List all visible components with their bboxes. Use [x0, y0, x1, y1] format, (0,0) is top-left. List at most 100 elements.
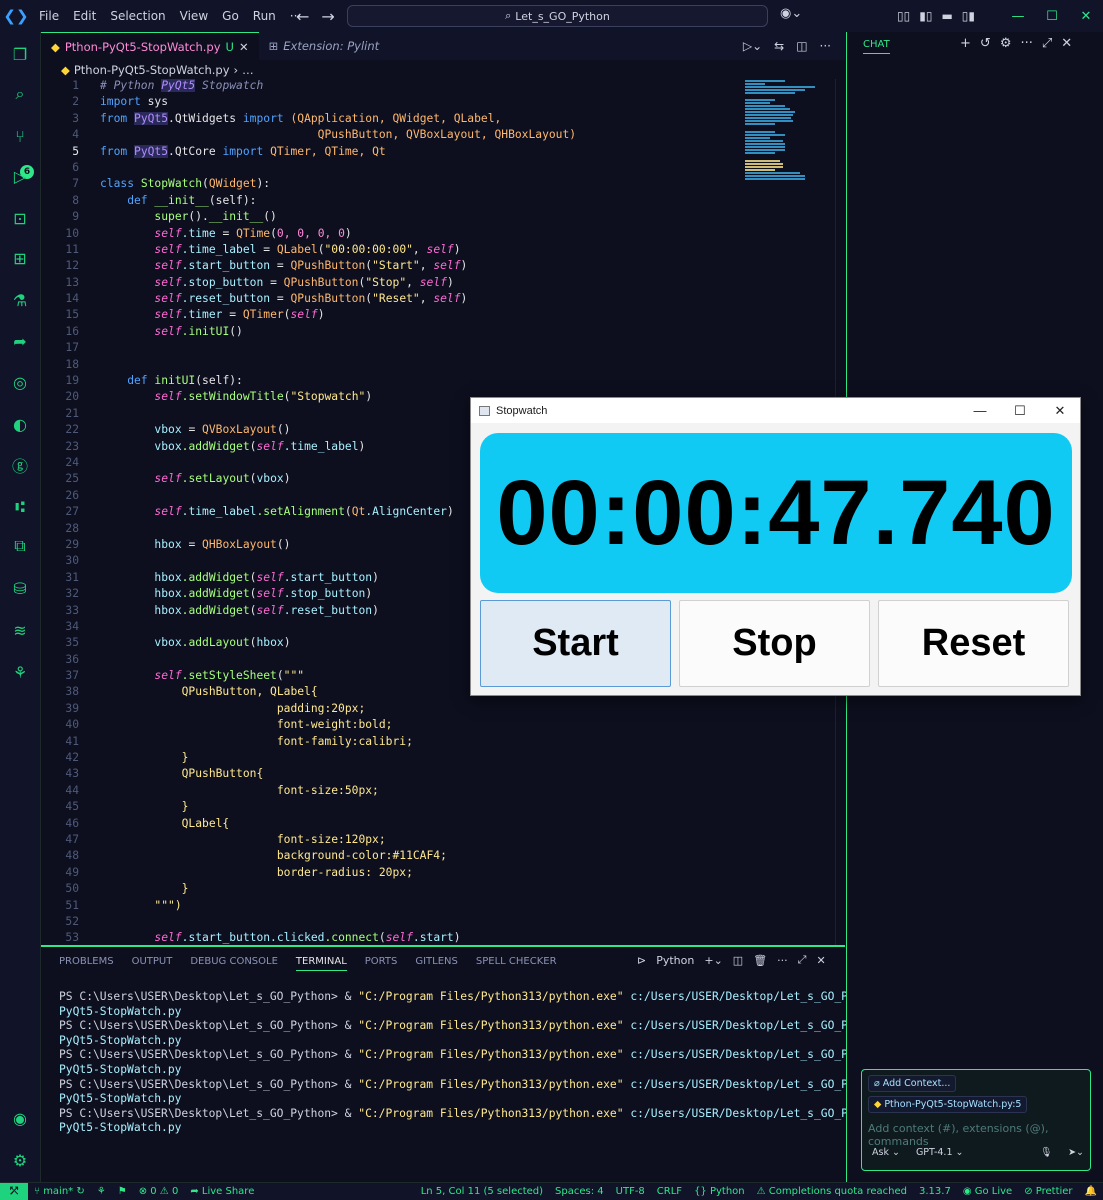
minimap[interactable]: [745, 79, 835, 259]
containers-icon[interactable]: ⧉: [8, 534, 32, 558]
testing-icon[interactable]: ⚗: [8, 288, 32, 312]
reset-button[interactable]: Reset: [878, 600, 1069, 687]
go-live-button[interactable]: ◉ Go Live: [957, 1186, 1018, 1197]
add-context-button[interactable]: ⌀ Add Context...: [868, 1075, 957, 1092]
tab-ports[interactable]: PORTS: [365, 956, 398, 971]
menu-run[interactable]: Run: [246, 9, 283, 23]
run-file-icon[interactable]: ▷⌄: [743, 39, 762, 53]
more-actions-icon[interactable]: ···: [820, 39, 831, 53]
close-icon[interactable]: ✕: [1069, 9, 1103, 24]
problems-indicator[interactable]: ⊗ 0 ⚠ 0: [133, 1186, 185, 1197]
ext-icon[interactable]: ⚘: [91, 1186, 112, 1197]
split-editor-icon[interactable]: ◫: [796, 39, 807, 53]
tab-terminal[interactable]: TERMINAL: [295, 956, 347, 971]
notifications-icon[interactable]: 🔔: [1079, 1186, 1103, 1197]
split-terminal-icon[interactable]: ◫: [733, 954, 743, 967]
more-actions-icon[interactable]: ···: [777, 954, 788, 967]
database-icon[interactable]: ⛁: [8, 576, 32, 600]
maximize-icon[interactable]: ☐: [1035, 9, 1069, 24]
send-icon[interactable]: ➤⌄: [1068, 1147, 1084, 1158]
layout-customize-icon[interactable]: ▯▯: [897, 9, 910, 23]
encoding[interactable]: UTF-8: [610, 1186, 651, 1197]
live-share-icon[interactable]: ➦: [8, 329, 32, 353]
source-control-icon[interactable]: ⑂: [8, 124, 32, 148]
breadcrumb-file[interactable]: Pthon-PyQt5-StopWatch.py: [74, 63, 230, 77]
layers-icon[interactable]: ≋: [8, 618, 32, 642]
mode-picker[interactable]: Ask ⌄: [872, 1147, 900, 1158]
maximize-panel-icon[interactable]: ⤢: [798, 953, 807, 967]
gitlens-icon[interactable]: ⓖ: [8, 453, 32, 477]
toggle-primary-sidebar-icon[interactable]: ▮▯: [919, 9, 932, 23]
forward-arrow-icon[interactable]: →: [321, 7, 334, 26]
stop-button[interactable]: Stop: [679, 600, 870, 687]
git-graph-icon[interactable]: ⑆: [8, 494, 32, 518]
menu-edit[interactable]: Edit: [66, 9, 103, 23]
remote-icon[interactable]: ⤱: [0, 1182, 28, 1200]
chat-history-icon[interactable]: ↺: [980, 36, 991, 51]
kill-terminal-icon[interactable]: 🗑: [753, 954, 767, 967]
language-mode[interactable]: {} Python: [688, 1186, 751, 1197]
close-icon[interactable]: ✕: [1061, 36, 1072, 51]
maximize-icon[interactable]: ⤢: [1042, 36, 1052, 51]
terminal-output[interactable]: PS C:\Users\USER\Desktop\Let_s_GO_Python…: [59, 990, 930, 1136]
menu-go[interactable]: Go: [215, 9, 246, 23]
model-picker[interactable]: GPT-4.1 ⌄: [916, 1147, 964, 1158]
new-chat-icon[interactable]: +: [960, 36, 971, 51]
tab-extension-pylint[interactable]: ⊞ Extension: Pylint: [259, 32, 390, 60]
account-icon[interactable]: ◉: [8, 1106, 32, 1130]
more-actions-icon[interactable]: ···: [1020, 36, 1032, 51]
chat-settings-icon[interactable]: ⚙: [1000, 36, 1012, 51]
indentation[interactable]: Spaces: 4: [549, 1186, 610, 1197]
tab-spell-checker[interactable]: SPELL CHECKER: [476, 956, 557, 971]
tab-output[interactable]: OUTPUT: [132, 956, 173, 971]
settings-gear-icon[interactable]: ⚙: [8, 1148, 32, 1172]
minimize-icon[interactable]: —: [1001, 9, 1035, 24]
new-terminal-icon[interactable]: +⌄: [704, 954, 722, 967]
branch-indicator[interactable]: ⑂ main* ↻: [28, 1186, 91, 1197]
rocket-icon[interactable]: ⚑: [112, 1186, 133, 1197]
tab-close-icon[interactable]: ✕: [239, 40, 249, 54]
copilot-icon[interactable]: ◉⌄: [780, 6, 802, 21]
breadcrumb-rest[interactable]: …: [242, 63, 254, 77]
search-icon[interactable]: ⌕: [8, 82, 32, 106]
stopwatch-titlebar[interactable]: Stopwatch — ☐ ✕: [471, 398, 1080, 423]
file-context-chip[interactable]: ◆ Pthon-PyQt5-StopWatch.py:5: [868, 1096, 1028, 1113]
menu-file[interactable]: File: [32, 9, 66, 23]
microphone-icon[interactable]: 🎙: [1040, 1147, 1052, 1158]
run-debug-icon[interactable]: ▷: [8, 164, 32, 188]
toggle-panel-icon[interactable]: ▬: [941, 9, 952, 23]
chat-title[interactable]: CHAT: [863, 39, 890, 54]
command-center-search[interactable]: ⌕ Let_s_GO_Python: [347, 5, 768, 27]
compare-changes-icon[interactable]: ⇆: [774, 39, 784, 53]
remote-explorer-icon[interactable]: ⊡: [8, 206, 32, 230]
edge-icon[interactable]: ◐: [8, 412, 32, 436]
menu-view[interactable]: View: [173, 9, 215, 23]
tab-stopwatch-py[interactable]: ◆ Pthon-PyQt5-StopWatch.py U ✕: [41, 32, 259, 60]
live-share-button[interactable]: ➦ Live Share: [184, 1186, 260, 1197]
toggle-secondary-sidebar-icon[interactable]: ▯▮: [962, 9, 975, 23]
copilot-quota[interactable]: ⚠ Completions quota reached: [751, 1186, 913, 1197]
cursor-position[interactable]: Ln 5, Col 11 (5 selected): [415, 1186, 549, 1197]
chat-input-placeholder[interactable]: Add context (#), extensions (@), command…: [868, 1122, 1090, 1148]
python-env-icon[interactable]: ⚘: [8, 660, 32, 684]
explorer-icon[interactable]: ❐: [8, 42, 32, 66]
prettier-status[interactable]: ⊘ Prettier: [1018, 1186, 1078, 1197]
minimize-icon[interactable]: —: [960, 398, 1000, 423]
extensions-icon[interactable]: ⊞: [8, 246, 32, 270]
python-version[interactable]: 3.13.7: [913, 1186, 957, 1197]
start-button[interactable]: Start: [480, 600, 671, 687]
terminal-line: PS C:\Users\USER\Desktop\Let_s_GO_Python…: [59, 1048, 930, 1062]
terminal-shell-name[interactable]: Python: [656, 954, 694, 967]
maximize-icon[interactable]: ☐: [1000, 398, 1040, 423]
back-arrow-icon[interactable]: ←: [296, 7, 309, 26]
tab-problems[interactable]: PROBLEMS: [59, 956, 114, 971]
close-icon[interactable]: ✕: [1040, 398, 1080, 423]
chat-input-box[interactable]: ⌀ Add Context... ◆ Pthon-PyQt5-StopWatch.p…: [861, 1069, 1091, 1171]
tab-debug-console[interactable]: DEBUG CONSOLE: [190, 956, 278, 971]
menu-selection[interactable]: Selection: [103, 9, 172, 23]
code-line: 41 font-family:calibri;: [65, 734, 413, 748]
close-panel-icon[interactable]: ✕: [816, 954, 825, 967]
line-ending[interactable]: CRLF: [651, 1186, 688, 1197]
github-icon[interactable]: ◎: [8, 370, 32, 394]
tab-gitlens[interactable]: GITLENS: [415, 956, 458, 971]
